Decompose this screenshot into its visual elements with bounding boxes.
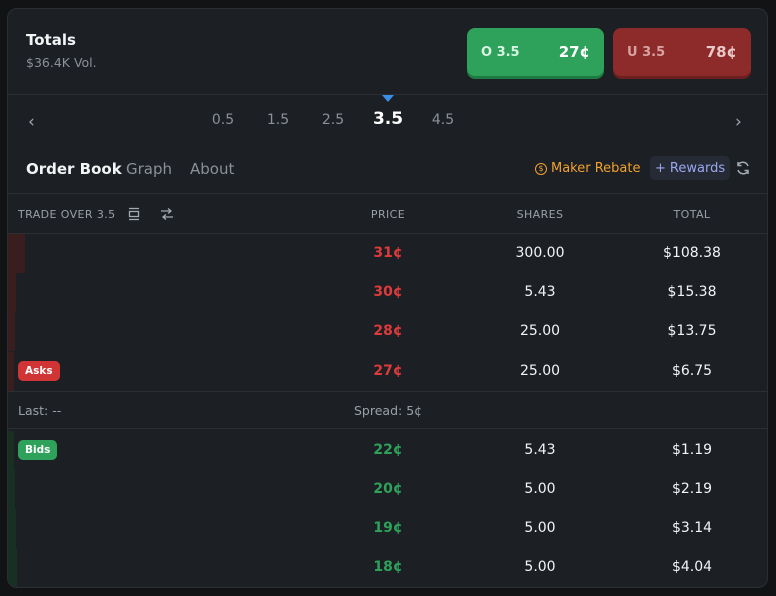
market-title: Totals — [26, 31, 76, 49]
line-option-1-5[interactable]: 1.5 — [267, 112, 289, 128]
ask-depth-bar — [8, 273, 16, 312]
bid-total: $3.14 — [671, 520, 713, 536]
spread-value: Spread: 5¢ — [354, 403, 423, 418]
bid-total: $1.19 — [671, 442, 713, 458]
rewards-label: Rewards — [669, 160, 726, 176]
ask-total: $13.75 — [667, 323, 717, 339]
bid-row[interactable]: 20¢ 5.00 $2.19 — [8, 470, 767, 509]
rewards-button[interactable]: + Rewards — [650, 156, 731, 180]
market-card: Totals $36.4K Vol. O 3.5 27¢ U 3.5 78¢ ‹… — [7, 8, 768, 588]
ask-depth-bar — [8, 234, 25, 273]
orderbook-column-header: TRADE OVER 3.5 PRICE SHARES TOTAL — [8, 195, 767, 234]
line-option-3-5[interactable]: 3.5 — [373, 109, 403, 129]
ask-row[interactable]: Asks 27¢ 25.00 $6.75 — [8, 352, 767, 391]
bid-depth-bar — [8, 548, 17, 587]
market-volume: $36.4K Vol. — [26, 55, 97, 70]
bid-depth-bar — [8, 431, 14, 470]
bid-price: 22¢ — [373, 442, 403, 458]
bid-total: $2.19 — [671, 481, 713, 497]
maker-rebate-label: Maker Rebate — [551, 161, 641, 176]
line-option-0-5[interactable]: 0.5 — [212, 112, 234, 128]
tab-about[interactable]: About — [190, 160, 234, 178]
bid-shares: 5.00 — [524, 559, 556, 575]
price-column-header: PRICE — [370, 208, 406, 221]
center-view-icon[interactable] — [127, 207, 141, 221]
ask-total: $6.75 — [671, 363, 713, 379]
ask-shares: 300.00 — [515, 245, 565, 261]
plus-icon: + — [655, 160, 666, 176]
refresh-icon[interactable] — [735, 160, 751, 176]
ask-total: $15.38 — [667, 284, 717, 300]
bid-shares: 5.00 — [524, 481, 556, 497]
tab-bar: Order Book Graph About $ Maker Rebate + … — [8, 149, 767, 194]
bid-depth-bar — [8, 470, 15, 509]
ask-row[interactable]: 31¢ 300.00 $108.38 — [8, 234, 767, 273]
bid-depth-bar — [8, 509, 16, 548]
over-outcome-button[interactable]: O 3.5 27¢ — [467, 28, 604, 76]
spread-row: Last: -- Spread: 5¢ — [8, 391, 767, 429]
selected-line-marker-icon — [382, 95, 394, 102]
ask-row[interactable]: 28¢ 25.00 $13.75 — [8, 312, 767, 351]
ask-total: $108.38 — [663, 245, 721, 261]
under-outcome-price: 78¢ — [705, 43, 737, 61]
ask-shares: 5.43 — [524, 284, 556, 300]
ask-price: 27¢ — [373, 363, 403, 379]
line-option-2-5[interactable]: 2.5 — [322, 112, 344, 128]
bid-row[interactable]: 18¢ 5.00 $4.04 — [8, 548, 767, 587]
swap-side-icon[interactable] — [159, 207, 175, 221]
under-outcome-label: U 3.5 — [627, 44, 666, 60]
ask-depth-bar — [8, 312, 15, 351]
ask-shares: 25.00 — [519, 363, 561, 379]
bid-price: 19¢ — [373, 520, 403, 536]
line-selector: ‹ 0.5 1.5 2.5 3.5 4.5 › — [8, 95, 767, 148]
over-outcome-price: 27¢ — [558, 43, 590, 61]
bid-row[interactable]: Bids 22¢ 5.43 $1.19 — [8, 431, 767, 470]
shares-column-header: SHARES — [516, 208, 564, 221]
line-option-4-5[interactable]: 4.5 — [432, 112, 454, 128]
bid-shares: 5.43 — [524, 442, 556, 458]
bid-price: 18¢ — [373, 559, 403, 575]
market-header: Totals $36.4K Vol. O 3.5 27¢ U 3.5 78¢ — [8, 9, 767, 95]
total-column-header: TOTAL — [673, 208, 711, 221]
chevron-right-icon[interactable]: › — [735, 112, 742, 132]
coin-icon: $ — [535, 162, 547, 175]
ask-price: 30¢ — [373, 284, 403, 300]
tab-graph[interactable]: Graph — [126, 160, 172, 178]
bid-row[interactable]: 19¢ 5.00 $3.14 — [8, 509, 767, 548]
tab-order-book[interactable]: Order Book — [26, 160, 122, 178]
bid-shares: 5.00 — [524, 520, 556, 536]
trade-side-label: TRADE OVER 3.5 — [18, 208, 116, 221]
chevron-left-icon[interactable]: ‹ — [28, 112, 35, 132]
under-outcome-button[interactable]: U 3.5 78¢ — [613, 28, 751, 76]
ask-row[interactable]: 30¢ 5.43 $15.38 — [8, 273, 767, 312]
last-price: Last: -- — [18, 403, 62, 418]
over-outcome-label: O 3.5 — [481, 44, 520, 60]
ask-price: 28¢ — [373, 323, 403, 339]
bid-total: $4.04 — [671, 559, 713, 575]
ask-depth-bar — [8, 352, 14, 391]
asks-badge: Asks — [18, 361, 60, 381]
bid-price: 20¢ — [373, 481, 403, 497]
ask-shares: 25.00 — [519, 323, 561, 339]
bids-badge: Bids — [18, 440, 58, 460]
ask-price: 31¢ — [373, 245, 403, 261]
maker-rebate-link[interactable]: $ Maker Rebate — [535, 161, 640, 176]
